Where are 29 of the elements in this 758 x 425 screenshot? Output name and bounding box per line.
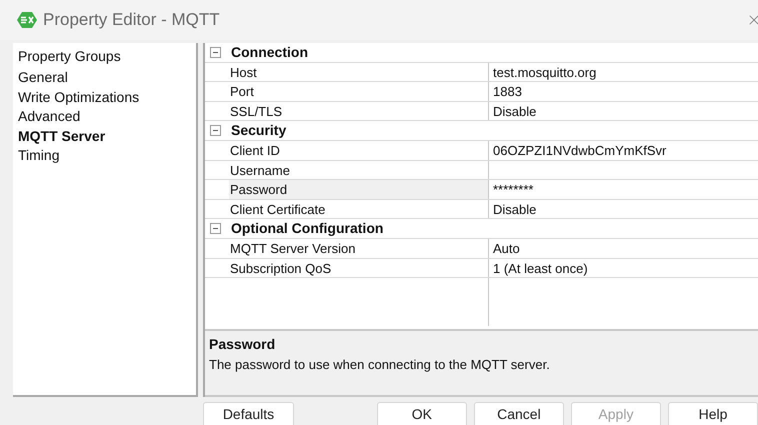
app-logo-icon <box>16 11 38 29</box>
description-title: Password <box>209 335 276 354</box>
category-header: Connection <box>231 42 308 62</box>
dialog-button[interactable]: Help <box>668 402 758 425</box>
dialog-button[interactable]: OK <box>376 402 467 425</box>
category-header: Optional Configuration <box>231 219 384 238</box>
property-name[interactable]: Password <box>229 180 488 199</box>
property-value[interactable]: Disable <box>489 102 758 120</box>
sidebar-item[interactable]: MQTT Server <box>18 126 196 146</box>
collapse-toggle-icon[interactable] <box>210 223 221 234</box>
property-value[interactable]: Auto <box>489 238 758 258</box>
window-title: Property Editor - MQTT <box>43 9 220 32</box>
sidebar-item[interactable]: Advanced <box>18 107 196 127</box>
sidebar-item[interactable]: Timing <box>18 146 196 166</box>
sidebar-heading: Property Groups <box>18 47 122 66</box>
dialog-button[interactable]: Defaults <box>203 402 294 425</box>
property-value[interactable]: 1883 <box>489 82 758 101</box>
property-value[interactable]: 06OZPZI1NVdwbCmYmKfSvr <box>489 140 758 160</box>
property-value[interactable]: 1 (At least once) <box>489 258 758 278</box>
property-value[interactable]: Disable <box>489 200 758 218</box>
sidebar-item[interactable]: General <box>18 68 196 88</box>
property-value[interactable]: test.mosquitto.org <box>489 62 758 82</box>
collapse-toggle-icon[interactable] <box>210 125 221 136</box>
property-value[interactable]: ******** <box>489 180 758 199</box>
collapse-toggle-icon[interactable] <box>210 46 221 58</box>
sidebar-item[interactable]: Write Optimizations <box>18 88 196 108</box>
description-text: The password to use when connecting to the MQTT server. <box>209 356 551 374</box>
category-header: Security <box>231 121 286 140</box>
dialog-button[interactable]: Cancel <box>474 402 564 425</box>
